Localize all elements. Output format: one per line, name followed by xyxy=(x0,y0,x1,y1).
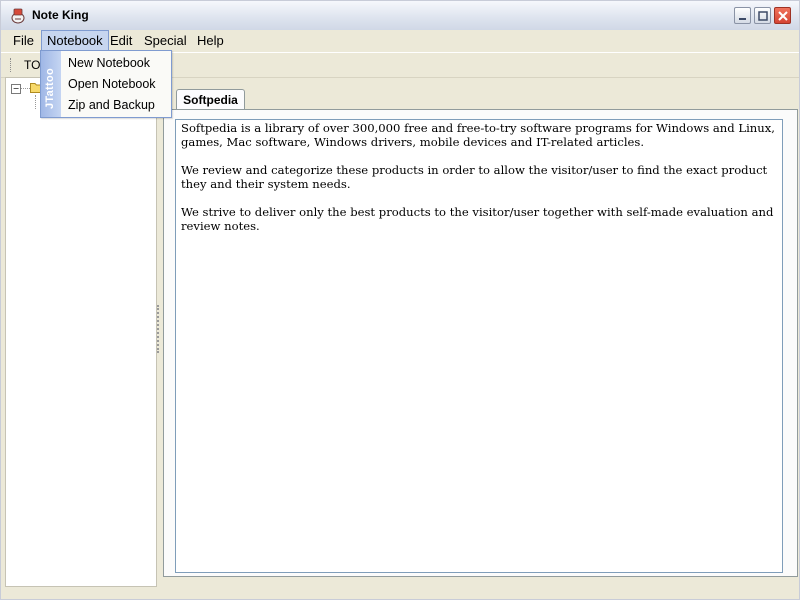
status-bar xyxy=(1,587,799,599)
notebook-tree[interactable]: − xyxy=(5,77,157,587)
menu-special[interactable]: Special xyxy=(139,30,192,51)
menu-item-new-notebook[interactable]: New Notebook xyxy=(68,53,150,73)
tab-softpedia[interactable]: Softpedia xyxy=(176,89,245,110)
tab-panel: Softpedia is a library of over 300,000 f… xyxy=(163,109,798,577)
toolbar-label[interactable]: TO xyxy=(24,58,40,72)
menu-side-banner: JTattoo xyxy=(41,51,61,117)
menu-edit[interactable]: Edit xyxy=(105,30,137,51)
close-icon xyxy=(778,11,788,21)
tree-collapse-toggle[interactable]: − xyxy=(11,84,21,94)
menu-item-zip-and-backup[interactable]: Zip and Backup xyxy=(68,95,155,115)
editor-paragraph: We review and categorize these products … xyxy=(181,163,768,191)
close-button[interactable] xyxy=(774,7,791,24)
maximize-icon xyxy=(758,11,768,21)
split-pane-divider[interactable] xyxy=(157,305,161,353)
menu-help[interactable]: Help xyxy=(192,30,229,51)
menu-bar: File Notebook Edit Special Help xyxy=(1,30,799,51)
tree-connector xyxy=(21,88,30,89)
note-editor[interactable]: Softpedia is a library of over 300,000 f… xyxy=(175,119,783,573)
editor-paragraph: We strive to deliver only the best produ… xyxy=(181,205,774,233)
tree-connector-vertical xyxy=(35,95,36,109)
app-icon xyxy=(11,8,25,24)
toolbar-grip[interactable] xyxy=(10,58,13,72)
notebook-menu-dropdown: JTattoo New Notebook Open Notebook Zip a… xyxy=(40,50,172,118)
menu-file[interactable]: File xyxy=(8,30,39,51)
content-area: Softpedia Softpedia is a library of over… xyxy=(163,77,798,585)
menu-side-label: JTattoo xyxy=(44,67,56,109)
minimize-button[interactable] xyxy=(734,7,751,24)
editor-paragraph: Softpedia is a library of over 300,000 f… xyxy=(181,121,775,149)
app-window: Note King File Notebook Edit Special Hel… xyxy=(0,0,800,600)
menu-item-open-notebook[interactable]: Open Notebook xyxy=(68,74,156,94)
window-title: Note King xyxy=(32,8,89,22)
title-bar[interactable]: Note King xyxy=(1,1,799,31)
minimize-icon xyxy=(739,18,746,20)
menu-notebook[interactable]: Notebook xyxy=(41,30,109,50)
maximize-button[interactable] xyxy=(754,7,771,24)
